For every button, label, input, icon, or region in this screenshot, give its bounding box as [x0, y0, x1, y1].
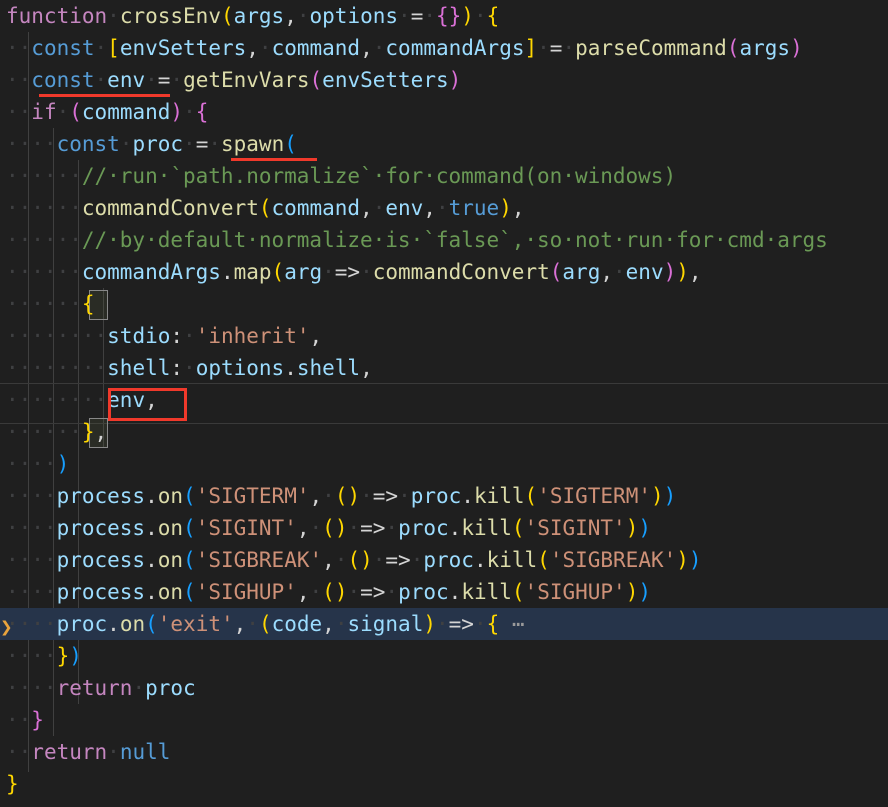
code-line-text: ········stdio:·'inherit',: [0, 320, 888, 352]
annotation-underline-const-env: [39, 94, 170, 97]
code-line[interactable]: ····process.on('SIGTERM',·()·=>·proc.kil…: [0, 480, 888, 512]
code-line[interactable]: ········stdio:·'inherit',: [0, 320, 888, 352]
code-line-text: ····): [0, 448, 888, 480]
code-line-text: ··return·null: [0, 736, 888, 768]
annotation-underline-spawn: [231, 158, 317, 161]
code-editor[interactable]: ❯ function·crossEnv(args,·options·=·{})·…: [0, 0, 888, 807]
code-line[interactable]: ····}): [0, 640, 888, 672]
code-line-text: ····process.on('SIGTERM',·()·=>·proc.kil…: [0, 480, 888, 512]
code-line[interactable]: ····process.on('SIGHUP',·()·=>·proc.kill…: [0, 576, 888, 608]
code-line[interactable]: ······commandArgs.map(arg·=>·commandConv…: [0, 256, 888, 288]
code-line[interactable]: ··}: [0, 704, 888, 736]
code-line[interactable]: }: [0, 768, 888, 800]
code-line-text: ····process.on('SIGBREAK',·()·=>·proc.ki…: [0, 544, 888, 576]
code-line[interactable]: ······//·by·default·normalize·is·`false`…: [0, 224, 888, 256]
code-line-text: ··if·(command)·{: [0, 96, 888, 128]
code-line[interactable]: ··const·[envSetters,·command,·commandArg…: [0, 32, 888, 64]
code-line-text: ····}): [0, 640, 888, 672]
code-line[interactable]: ····return·proc: [0, 672, 888, 704]
code-line[interactable]: ····process.on('SIGBREAK',·()·=>·proc.ki…: [0, 544, 888, 576]
fold-chevron-icon[interactable]: ❯: [0, 620, 12, 634]
code-line[interactable]: ······{: [0, 288, 888, 320]
code-line[interactable]: ······commandConvert(command,·env,·true)…: [0, 192, 888, 224]
code-line[interactable]: function·crossEnv(args,·options·=·{})·{: [0, 0, 888, 32]
code-line-current[interactable]: ····proc.on('exit',·(code,·signal)·=>·{ …: [0, 608, 888, 640]
code-line[interactable]: ··return·null: [0, 736, 888, 768]
code-line-text: ····const·proc·=·spawn(: [0, 128, 888, 160]
code-line-text: ······//·run·`path.normalize`·for·comman…: [0, 160, 888, 192]
code-line-text: ····return·proc: [0, 672, 888, 704]
code-line[interactable]: ········shell:·options.shell,: [0, 352, 888, 384]
annotation-box-env: [108, 388, 187, 421]
code-line-text: ······//·by·default·normalize·is·`false`…: [0, 224, 888, 256]
code-line-text: ······{: [0, 288, 888, 320]
code-line-text: function·crossEnv(args,·options·=·{})·{: [0, 0, 888, 32]
code-line[interactable]: ··const·env·=·getEnvVars(envSetters): [0, 64, 888, 96]
code-line-text: ··}: [0, 704, 888, 736]
code-line[interactable]: ······//·run·`path.normalize`·for·comman…: [0, 160, 888, 192]
code-line-text: ······commandConvert(command,·env,·true)…: [0, 192, 888, 224]
code-line-text: ····proc.on('exit',·(code,·signal)·=>·{ …: [0, 608, 888, 640]
code-line[interactable]: ····const·proc·=·spawn(: [0, 128, 888, 160]
code-line[interactable]: ····process.on('SIGINT',·()·=>·proc.kill…: [0, 512, 888, 544]
code-line-text: ··const·[envSetters,·command,·commandArg…: [0, 32, 888, 64]
code-line-text: ····process.on('SIGHUP',·()·=>·proc.kill…: [0, 576, 888, 608]
code-line-text: ········shell:·options.shell,: [0, 352, 888, 384]
code-line-text: ····process.on('SIGINT',·()·=>·proc.kill…: [0, 512, 888, 544]
code-line-text: ······commandArgs.map(arg·=>·commandConv…: [0, 256, 888, 288]
code-line[interactable]: ··if·(command)·{: [0, 96, 888, 128]
code-line-text: ··const·env·=·getEnvVars(envSetters): [0, 64, 888, 96]
code-line-text: }: [0, 768, 888, 800]
code-line[interactable]: ····): [0, 448, 888, 480]
folded-code-ellipsis[interactable]: ⋯: [512, 612, 525, 636]
